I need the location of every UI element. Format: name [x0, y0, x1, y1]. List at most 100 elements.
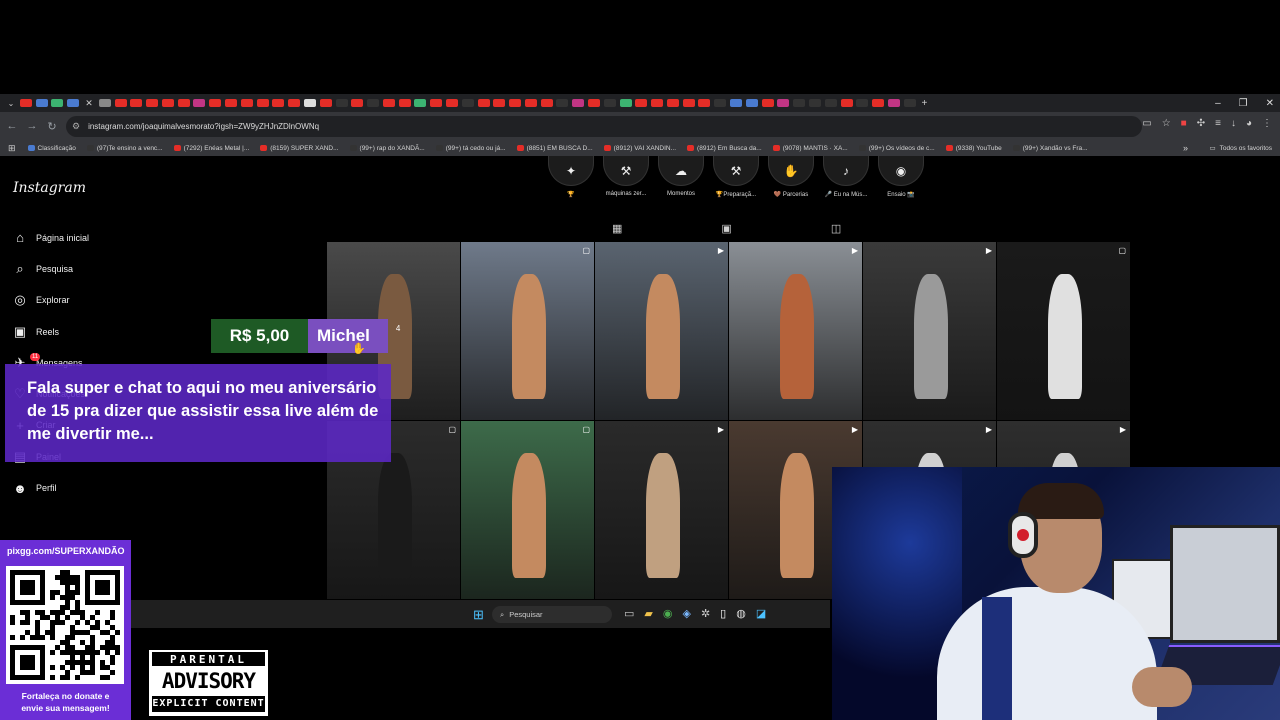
- browser-tab[interactable]: [98, 99, 111, 107]
- bookmark-item[interactable]: (99+) Xandão vs Fra...: [1012, 145, 1088, 152]
- bookmark-item[interactable]: (8912) Em Busca da...: [687, 145, 762, 152]
- download-icon[interactable]: ↓: [1231, 118, 1236, 129]
- browser-tab[interactable]: [556, 99, 569, 107]
- bookmark-item[interactable]: (99+) Os vídeos de c...: [858, 145, 935, 152]
- grid-icon[interactable]: ▦: [612, 222, 622, 235]
- browser-tab[interactable]: [824, 99, 837, 107]
- browser-tab[interactable]: [319, 99, 332, 107]
- profile-avatar-icon[interactable]: ◕: [1246, 118, 1252, 129]
- story-highlight[interactable]: ⚒ máquinas zer...: [603, 156, 649, 198]
- browser-tab[interactable]: [430, 99, 443, 107]
- browser-tab[interactable]: [367, 99, 380, 107]
- browser-tab[interactable]: [887, 99, 900, 107]
- browser-tab[interactable]: [793, 99, 806, 107]
- browser-tab[interactable]: [651, 99, 664, 107]
- all-favorites[interactable]: ▭ Todos os favoritos: [1209, 144, 1272, 153]
- browser-tab[interactable]: [303, 99, 316, 107]
- file-explorer-icon[interactable]: ▰: [644, 607, 652, 620]
- reels-tab-icon[interactable]: ▣: [721, 222, 731, 235]
- bookmark-item[interactable]: (8912) VAI XANDIN...: [603, 145, 676, 152]
- bookmark-item[interactable]: Classificação: [27, 145, 76, 152]
- media-icon[interactable]: ≡: [1215, 118, 1221, 129]
- browser-tab[interactable]: [493, 99, 506, 107]
- browser-tab[interactable]: [130, 99, 143, 107]
- site-info-icon[interactable]: ⚙: [72, 121, 80, 132]
- browser-tab[interactable]: [445, 99, 458, 107]
- browser-tab[interactable]: [730, 99, 743, 107]
- browser-tab[interactable]: [461, 99, 474, 107]
- browser-tab[interactable]: [666, 99, 679, 107]
- tab-search-icon[interactable]: ⌄: [4, 99, 18, 108]
- browser-tab[interactable]: [619, 99, 632, 107]
- browser-tab[interactable]: [588, 99, 601, 107]
- new-tab-button[interactable]: +: [922, 98, 928, 109]
- app-icon[interactable]: ◪: [756, 607, 766, 620]
- bookmark-item[interactable]: (99+) tá cedo ou já...: [435, 145, 506, 152]
- browser-tab[interactable]: [540, 99, 553, 107]
- extensions-icon[interactable]: ✣: [1197, 118, 1205, 129]
- cast-icon[interactable]: ▭: [1142, 118, 1151, 129]
- browser-tab[interactable]: [477, 99, 490, 107]
- browser-tab[interactable]: [382, 99, 395, 107]
- chrome-icon[interactable]: ◉: [663, 607, 673, 620]
- browser-tab[interactable]: [745, 99, 758, 107]
- browser-tab[interactable]: [524, 99, 537, 107]
- browser-tab[interactable]: [509, 99, 522, 107]
- post-thumbnail[interactable]: ▶: [863, 242, 996, 420]
- taskbar-search[interactable]: ⌕ Pesquisar: [492, 606, 612, 623]
- post-thumbnail[interactable]: ▢: [461, 242, 594, 420]
- browser-tab[interactable]: [872, 99, 885, 107]
- steam-icon[interactable]: ◈: [682, 607, 690, 620]
- browser-tab[interactable]: [256, 99, 269, 107]
- bookmark-item[interactable]: (8851) EM BUSCA D...: [516, 145, 593, 152]
- task-view-icon[interactable]: ▭: [624, 607, 634, 620]
- nav-item-search[interactable]: ⌕ Pesquisa: [12, 253, 89, 284]
- browser-tab[interactable]: [572, 99, 585, 107]
- story-highlight[interactable]: ✋ 🤎 Parcerias: [768, 156, 814, 198]
- minimize-icon[interactable]: –: [1215, 98, 1221, 109]
- nav-item-profile[interactable]: ☻ Perfil: [12, 472, 89, 503]
- browser-tab[interactable]: [414, 99, 427, 107]
- browser-tab[interactable]: [35, 99, 48, 107]
- post-thumbnail[interactable]: ▢: [997, 242, 1130, 420]
- office-icon[interactable]: ■: [1181, 118, 1187, 129]
- browser-tab[interactable]: [856, 99, 869, 107]
- browser-tab[interactable]: [272, 99, 285, 107]
- browser-tab[interactable]: [761, 99, 774, 107]
- browser-tab[interactable]: [225, 99, 238, 107]
- browser-tab[interactable]: [288, 99, 301, 107]
- browser-tab[interactable]: [51, 99, 64, 107]
- nav-item-reels[interactable]: ▣ Reels: [12, 316, 89, 347]
- browser-tab[interactable]: [903, 99, 916, 107]
- post-thumbnail[interactable]: ▢: [461, 421, 594, 599]
- browser-tab[interactable]: [351, 99, 364, 107]
- browser-tab[interactable]: [808, 99, 821, 107]
- bookmark-item[interactable]: (9338) YouTube: [945, 145, 1002, 152]
- obs-icon[interactable]: ◍: [736, 607, 746, 620]
- browser-tab[interactable]: [19, 99, 32, 107]
- browser-tab[interactable]: [398, 99, 411, 107]
- browser-tab[interactable]: [161, 99, 174, 107]
- reload-icon[interactable]: ↻: [42, 120, 62, 133]
- story-highlight[interactable]: ✦ 🏆: [548, 156, 594, 198]
- bookmark-item[interactable]: (8159) SUPER XAND...: [260, 145, 339, 152]
- close-icon[interactable]: ✕: [1266, 98, 1274, 109]
- nav-item-home[interactable]: ⌂ Página inicial: [12, 222, 89, 253]
- browser-tab[interactable]: [603, 99, 616, 107]
- bookmark-item[interactable]: (9078) MANTIS · XA...: [772, 145, 848, 152]
- apps-grid-icon[interactable]: ⊞: [8, 143, 16, 154]
- browser-tab[interactable]: [114, 99, 127, 107]
- active-tab-close-icon[interactable]: ✕: [83, 99, 95, 108]
- bookmark-star-icon[interactable]: ☆: [1162, 118, 1171, 129]
- browser-tab[interactable]: [209, 99, 222, 107]
- post-thumbnail[interactable]: ▶: [595, 421, 728, 599]
- forward-icon[interactable]: →: [22, 120, 42, 132]
- story-highlight[interactable]: ⚒ 🏆Preparaçã...: [713, 156, 759, 198]
- windows-start-icon[interactable]: ⊞: [473, 607, 484, 623]
- browser-tab[interactable]: [177, 99, 190, 107]
- browser-tab[interactable]: [840, 99, 853, 107]
- browser-tab[interactable]: [193, 99, 206, 107]
- post-thumbnail[interactable]: ▶: [595, 242, 728, 420]
- browser-tab[interactable]: [635, 99, 648, 107]
- document-icon[interactable]: ▯: [720, 607, 726, 620]
